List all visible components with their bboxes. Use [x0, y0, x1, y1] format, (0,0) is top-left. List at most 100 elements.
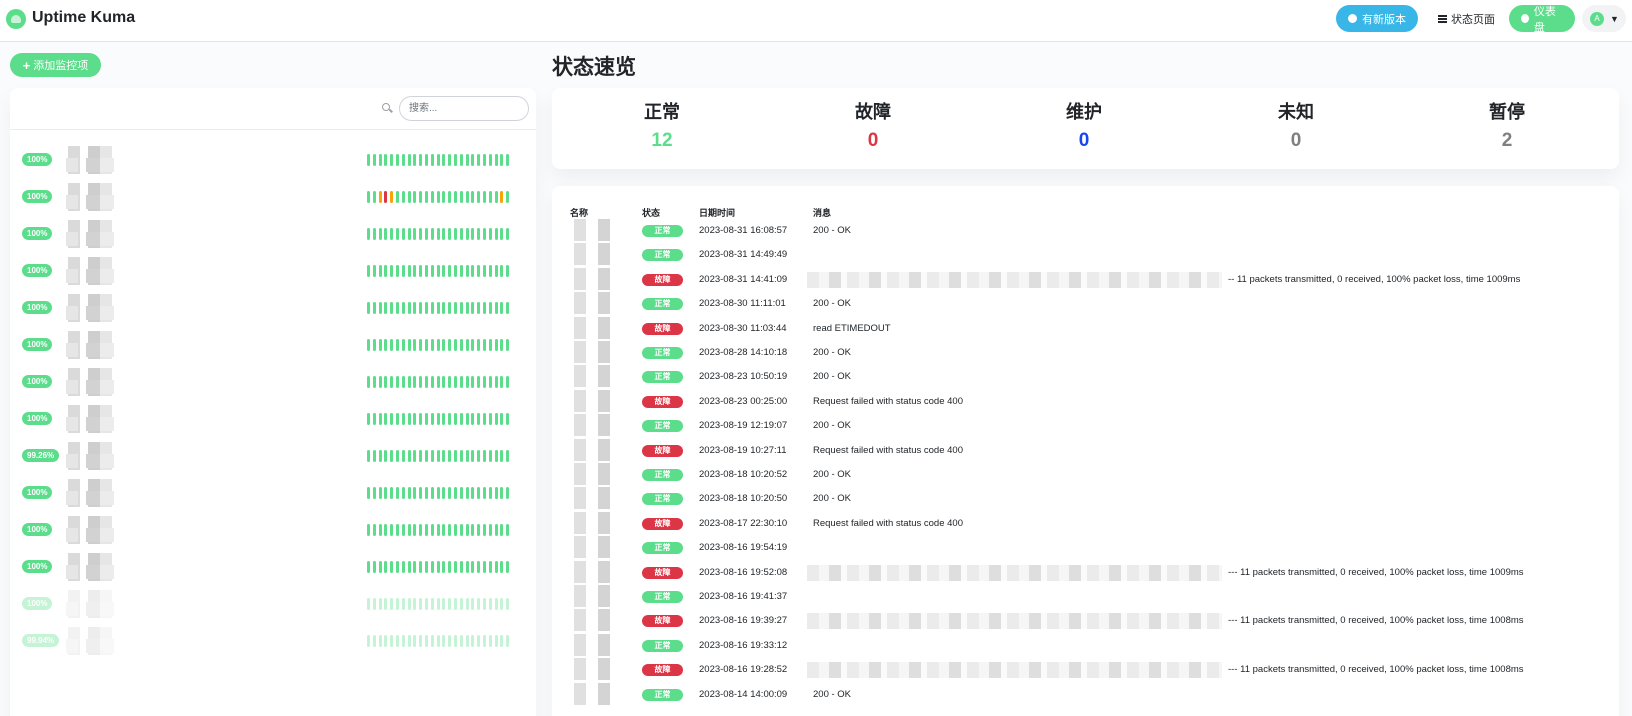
heartbeat-beat[interactable]: [384, 228, 388, 240]
search-input[interactable]: [399, 96, 529, 121]
heartbeat-beat[interactable]: [384, 302, 388, 314]
heartbeat-beat[interactable]: [395, 487, 399, 499]
heartbeat-beat[interactable]: [471, 450, 475, 462]
heartbeat-beat[interactable]: [482, 191, 486, 203]
heartbeat-beat[interactable]: [500, 228, 504, 240]
table-row[interactable]: 故障 2023-08-31 14:41:09 -- 11 packets trans…: [552, 267, 1619, 292]
heartbeat-beat[interactable]: [395, 413, 399, 425]
heartbeat-beat[interactable]: [500, 191, 504, 203]
heartbeat-beat[interactable]: [482, 450, 486, 462]
heartbeat-beat[interactable]: [378, 450, 382, 462]
heartbeat-beat[interactable]: [424, 413, 428, 425]
heartbeat-beat[interactable]: [413, 561, 417, 573]
heartbeat-beat[interactable]: [372, 228, 376, 240]
heartbeat-beat[interactable]: [413, 413, 417, 425]
table-row[interactable]: 正常 2023-08-30 11:11:01 200 - OK: [552, 292, 1619, 316]
heartbeat-beat[interactable]: [419, 413, 423, 425]
heartbeat-beat[interactable]: [448, 302, 452, 314]
heartbeat-beat[interactable]: [430, 487, 434, 499]
heartbeat-beat[interactable]: [506, 524, 510, 536]
heartbeat-beat[interactable]: [367, 487, 370, 499]
heartbeat-beat[interactable]: [384, 191, 388, 203]
heartbeat-beat[interactable]: [448, 635, 452, 647]
heartbeat-beat[interactable]: [471, 339, 475, 351]
heartbeat-beat[interactable]: [384, 339, 388, 351]
heartbeat-beat[interactable]: [482, 413, 486, 425]
heartbeat-beat[interactable]: [459, 339, 463, 351]
monitor-list-item[interactable]: 100%: [10, 216, 536, 253]
heartbeat-beat[interactable]: [413, 524, 417, 536]
heartbeat-beat[interactable]: [465, 450, 469, 462]
heartbeat-beat[interactable]: [436, 228, 440, 240]
brand-title[interactable]: Uptime Kuma: [32, 9, 135, 27]
heartbeat-beat[interactable]: [488, 635, 492, 647]
heartbeat-beat[interactable]: [506, 228, 510, 240]
heartbeat-beat[interactable]: [459, 228, 463, 240]
heartbeat-beat[interactable]: [407, 191, 411, 203]
heartbeat-beat[interactable]: [395, 635, 399, 647]
table-row[interactable]: 故障 2023-08-16 19:52:08 --- 11 packets tran…: [552, 560, 1619, 585]
heartbeat-beat[interactable]: [419, 524, 423, 536]
heartbeat-beat[interactable]: [430, 524, 434, 536]
heartbeat-beat[interactable]: [442, 191, 446, 203]
heartbeat-beat[interactable]: [413, 450, 417, 462]
heartbeat-beat[interactable]: [367, 191, 370, 203]
table-row[interactable]: 正常 2023-08-23 10:50:19 200 - OK: [552, 365, 1619, 389]
heartbeat-beat[interactable]: [459, 450, 463, 462]
heartbeat-beat[interactable]: [453, 191, 457, 203]
monitor-list-item[interactable]: 99.26%: [10, 438, 536, 475]
heartbeat-beat[interactable]: [442, 265, 446, 277]
heartbeat-beat[interactable]: [465, 635, 469, 647]
heartbeat-beat[interactable]: [477, 561, 481, 573]
heartbeat-beat[interactable]: [471, 635, 475, 647]
heartbeat-beat[interactable]: [488, 450, 492, 462]
heartbeat-beat[interactable]: [436, 524, 440, 536]
heartbeat-beat[interactable]: [448, 339, 452, 351]
heartbeat-beat[interactable]: [477, 524, 481, 536]
heartbeat-beat[interactable]: [407, 524, 411, 536]
heartbeat-beat[interactable]: [488, 191, 492, 203]
heartbeat-beat[interactable]: [419, 598, 423, 610]
heartbeat-beat[interactable]: [477, 450, 481, 462]
heartbeat-beat[interactable]: [448, 524, 452, 536]
heartbeat-beat[interactable]: [448, 265, 452, 277]
heartbeat-beat[interactable]: [395, 561, 399, 573]
heartbeat-beat[interactable]: [488, 265, 492, 277]
heartbeat-beat[interactable]: [372, 265, 376, 277]
table-row[interactable]: 正常 2023-08-18 10:20:50 200 - OK: [552, 487, 1619, 511]
heartbeat-beat[interactable]: [494, 191, 498, 203]
heartbeat-beat[interactable]: [494, 487, 498, 499]
heartbeat-beat[interactable]: [424, 154, 428, 166]
heartbeat-beat[interactable]: [367, 524, 370, 536]
heartbeat-beat[interactable]: [488, 598, 492, 610]
heartbeat-beat[interactable]: [494, 302, 498, 314]
heartbeat-beat[interactable]: [424, 524, 428, 536]
table-row[interactable]: 故障 2023-08-30 11:03:44 read ETIMEDOUT: [552, 316, 1619, 341]
heartbeat-beat[interactable]: [367, 339, 370, 351]
heartbeat-beat[interactable]: [390, 561, 394, 573]
heartbeat-beat[interactable]: [436, 154, 440, 166]
heartbeat-beat[interactable]: [494, 524, 498, 536]
heartbeat-beat[interactable]: [407, 376, 411, 388]
heartbeat-beat[interactable]: [424, 450, 428, 462]
heartbeat-beat[interactable]: [430, 413, 434, 425]
heartbeat-beat[interactable]: [407, 339, 411, 351]
heartbeat-beat[interactable]: [471, 376, 475, 388]
heartbeat-beat[interactable]: [500, 598, 504, 610]
heartbeat-beat[interactable]: [506, 302, 510, 314]
table-row[interactable]: 故障 2023-08-19 10:27:11 Request failed with…: [552, 438, 1619, 463]
heartbeat-beat[interactable]: [424, 561, 428, 573]
heartbeat-beat[interactable]: [424, 376, 428, 388]
heartbeat-beat[interactable]: [459, 265, 463, 277]
heartbeat-beat[interactable]: [465, 487, 469, 499]
heartbeat-beat[interactable]: [395, 302, 399, 314]
heartbeat-beat[interactable]: [477, 302, 481, 314]
heartbeat-beat[interactable]: [465, 339, 469, 351]
heartbeat-beat[interactable]: [436, 561, 440, 573]
monitor-list-item[interactable]: 100%: [10, 549, 536, 586]
heartbeat-beat[interactable]: [506, 635, 510, 647]
monitor-list-item[interactable]: 100%: [10, 179, 536, 216]
heartbeat-beat[interactable]: [482, 339, 486, 351]
heartbeat-beat[interactable]: [465, 302, 469, 314]
heartbeat-beat[interactable]: [372, 413, 376, 425]
